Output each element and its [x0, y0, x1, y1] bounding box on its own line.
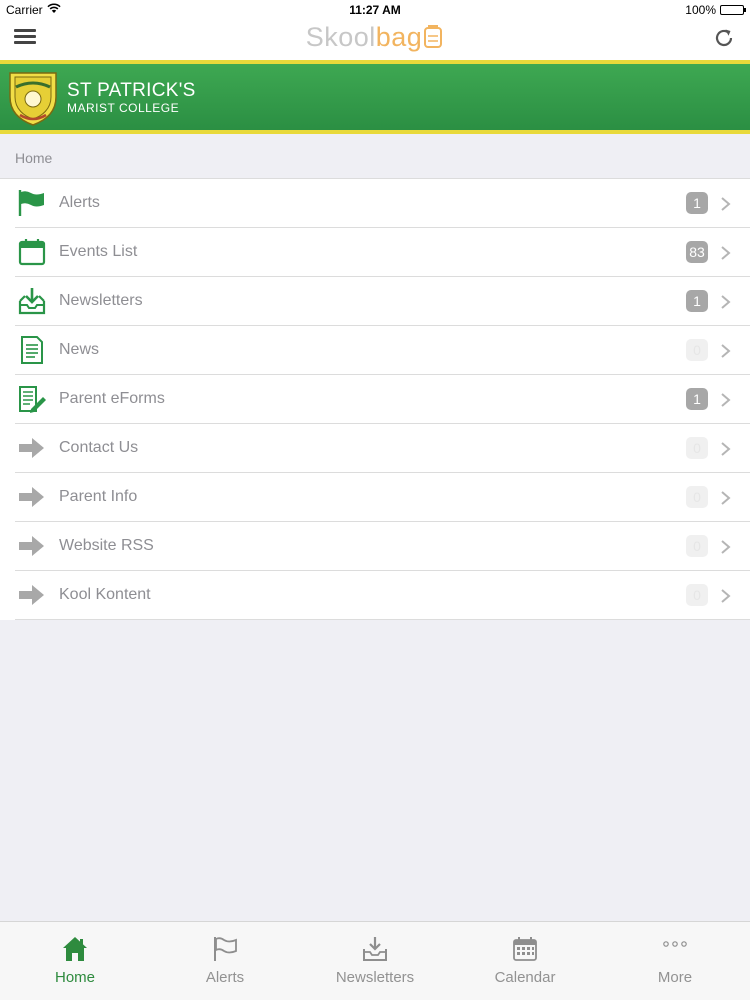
menu-item-label: Parent eForms [59, 390, 165, 407]
arrow-right-icon [17, 434, 47, 462]
menu-item-website-rss[interactable]: Website RSS 0 [0, 522, 750, 571]
menu-item-parent-info[interactable]: Parent Info 0 [0, 473, 750, 522]
chevron-right-icon [719, 343, 733, 359]
logo-text-part2: bag [375, 22, 423, 52]
home-icon [62, 936, 88, 962]
count-badge: 1 [686, 290, 708, 312]
menu-item-news[interactable]: News 0 [0, 326, 750, 375]
more-dots-icon [662, 936, 688, 962]
breadcrumb: Home [15, 150, 53, 166]
count-badge: 0 [686, 584, 708, 606]
menu-item-label: Events List [59, 243, 138, 260]
battery-icon [720, 5, 746, 15]
flag-icon [212, 936, 238, 962]
tab-label: Calendar [494, 969, 556, 986]
chevron-right-icon [719, 196, 733, 212]
refresh-icon[interactable] [712, 26, 736, 50]
menu-item-contact-us[interactable]: Contact Us 0 [0, 424, 750, 473]
schoolbag-icon [422, 23, 444, 56]
count-badge: 0 [686, 339, 708, 361]
menu-list: Alerts 1 Events List 83 Newsletters 1 Ne… [0, 178, 750, 620]
menu-item-label: Parent Info [59, 488, 138, 505]
count-badge: 0 [686, 486, 708, 508]
chevron-right-icon [719, 245, 733, 261]
tab-bar: Home Alerts Newsletters Calendar More [0, 921, 750, 1000]
calendar-icon [17, 238, 47, 266]
battery-percent: 100% [685, 3, 716, 17]
tab-home[interactable]: Home [0, 922, 150, 1000]
menu-item-label: Newsletters [59, 292, 143, 309]
school-banner: ST PATRICK'S MARIST COLLEGE [0, 60, 750, 134]
count-badge: 0 [686, 437, 708, 459]
flag-icon [17, 189, 47, 217]
school-name: ST PATRICK'S [67, 80, 196, 101]
inbox-download-icon [17, 287, 47, 315]
count-badge: 83 [686, 241, 708, 263]
tab-label: Newsletters [335, 969, 415, 986]
app-logo: Skoolbag [0, 22, 750, 56]
menu-item-alerts[interactable]: Alerts 1 [0, 179, 750, 228]
count-badge: 0 [686, 535, 708, 557]
tab-label: Alerts [205, 969, 245, 986]
arrow-right-icon [17, 532, 47, 560]
menu-item-label: Website RSS [59, 537, 154, 554]
menu-item-label: News [59, 341, 100, 358]
menu-item-kool-kontent[interactable]: Kool Kontent 0 [0, 571, 750, 620]
logo-text-part1: Skool [305, 22, 376, 52]
count-badge: 1 [686, 388, 708, 410]
menu-item-label: Kool Kontent [59, 586, 151, 603]
chevron-right-icon [719, 588, 733, 604]
status-time: 11:27 AM [349, 3, 401, 17]
chevron-right-icon [719, 441, 733, 457]
chevron-right-icon [719, 490, 733, 506]
count-badge: 1 [686, 192, 708, 214]
menu-item-label: Contact Us [59, 439, 139, 456]
tab-label: Home [54, 969, 95, 986]
chevron-right-icon [719, 539, 733, 555]
menu-item-newsletters[interactable]: Newsletters 1 [0, 277, 750, 326]
tab-newsletters[interactable]: Newsletters [300, 922, 450, 1000]
chevron-right-icon [719, 294, 733, 310]
chevron-right-icon [719, 392, 733, 408]
tab-calendar[interactable]: Calendar [450, 922, 600, 1000]
calendar-grid-icon [512, 936, 538, 962]
menu-item-label: Alerts [59, 194, 100, 211]
arrow-right-icon [17, 581, 47, 609]
document-icon [17, 336, 47, 364]
nav-bar: Skoolbag [0, 20, 750, 60]
tab-alerts[interactable]: Alerts [150, 922, 300, 1000]
status-bar: Carrier 11:27 AM 100% [0, 0, 750, 20]
inbox-download-icon [362, 936, 388, 962]
menu-item-events-list[interactable]: Events List 83 [0, 228, 750, 277]
menu-item-parent-eforms[interactable]: Parent eForms 1 [0, 375, 750, 424]
school-crest-logo [6, 67, 60, 127]
arrow-right-icon [17, 483, 47, 511]
form-pencil-icon [17, 385, 47, 413]
tab-more[interactable]: More [600, 922, 750, 1000]
school-subtitle: MARIST COLLEGE [67, 101, 180, 115]
tab-label: More [657, 969, 693, 986]
